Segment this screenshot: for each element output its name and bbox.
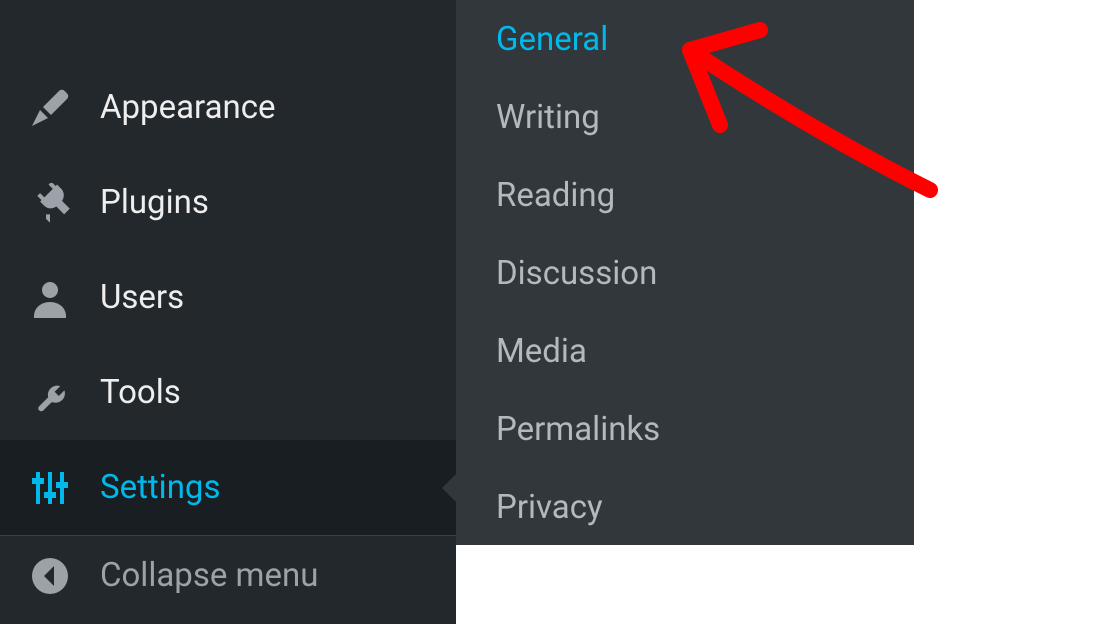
wrench-icon bbox=[30, 373, 70, 413]
sidebar-item-label: Users bbox=[100, 278, 184, 317]
submenu-item-general[interactable]: General bbox=[456, 0, 914, 78]
submenu-item-label: Privacy bbox=[496, 488, 603, 527]
sidebar-item-users[interactable]: Users bbox=[0, 250, 456, 345]
sidebar-item-label: Tools bbox=[100, 373, 181, 412]
plug-icon bbox=[30, 183, 70, 223]
collapse-label: Collapse menu bbox=[100, 556, 318, 595]
settings-submenu: General Writing Reading Discussion Media… bbox=[456, 0, 914, 545]
submenu-item-label: Permalinks bbox=[496, 410, 660, 449]
sidebar-item-plugins[interactable]: Plugins bbox=[0, 155, 456, 250]
collapse-icon bbox=[30, 556, 70, 596]
submenu-item-label: Writing bbox=[496, 98, 600, 137]
submenu-item-label: General bbox=[496, 20, 608, 59]
sliders-icon bbox=[30, 468, 70, 508]
submenu-item-label: Discussion bbox=[496, 254, 657, 293]
submenu-item-label: Reading bbox=[496, 176, 615, 215]
sidebar-item-settings[interactable]: Settings bbox=[0, 440, 456, 535]
user-icon bbox=[30, 278, 70, 318]
sidebar-item-tools[interactable]: Tools bbox=[0, 345, 456, 440]
sidebar-item-label: Plugins bbox=[100, 183, 209, 222]
sidebar-item-label: Settings bbox=[100, 468, 221, 507]
submenu-item-writing[interactable]: Writing bbox=[456, 78, 914, 156]
sidebar-item-appearance[interactable]: Appearance bbox=[0, 60, 456, 155]
admin-sidebar: Appearance Plugins Users Tools bbox=[0, 0, 456, 624]
submenu-item-reading[interactable]: Reading bbox=[456, 156, 914, 234]
brush-icon bbox=[30, 88, 70, 128]
sidebar-item-label: Appearance bbox=[100, 88, 276, 127]
submenu-item-discussion[interactable]: Discussion bbox=[456, 234, 914, 312]
submenu-item-media[interactable]: Media bbox=[456, 312, 914, 390]
submenu-item-label: Media bbox=[496, 332, 587, 371]
submenu-item-privacy[interactable]: Privacy bbox=[456, 468, 914, 546]
collapse-menu-button[interactable]: Collapse menu bbox=[0, 535, 456, 615]
submenu-item-permalinks[interactable]: Permalinks bbox=[456, 390, 914, 468]
